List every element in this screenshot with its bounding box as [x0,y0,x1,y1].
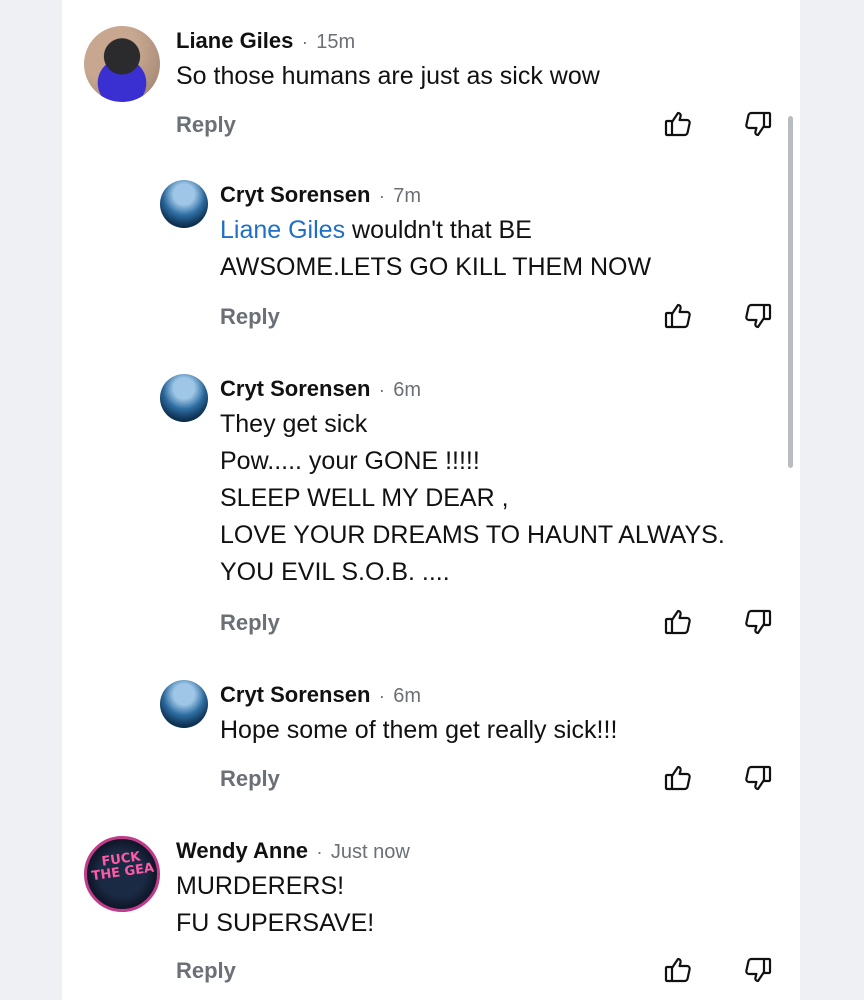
avatar[interactable] [84,26,160,102]
separator-dot: · [378,686,385,706]
comment-line: MURDERERS! [176,872,345,900]
comment-line: FU SUPERSAVE! [176,909,375,937]
mention-link[interactable]: Liane Giles [220,216,345,244]
comment-line: SLEEP WELL MY DEAR , [220,484,509,512]
reply-button[interactable]: Reply [220,764,280,794]
comment-text: So those humans are just as sick wow [176,58,600,95]
author-name[interactable]: Cryt Sorensen [220,182,370,207]
thumbs-down-icon[interactable] [742,954,774,986]
comment-reply: Cryt Sorensen · 7m Liane Giles wouldn't … [160,180,800,340]
avatar[interactable] [160,374,208,422]
thumbs-up-icon[interactable] [662,108,694,140]
comment-line: YOU EVIL S.O.B. .... [220,558,450,586]
avatar[interactable]: FUCK THE GEA [84,836,160,912]
reply-button[interactable]: Reply [176,956,236,986]
comment-liane-giles: Liane Giles · 15m So those humans are ju… [84,26,784,146]
comment-header: Cryt Sorensen · 7m [220,180,651,210]
timestamp: 6m [393,685,422,707]
separator-dot: · [378,186,385,206]
comment-line: LOVE YOUR DREAMS TO HAUNT ALWAYS. [220,521,725,549]
thumbs-down-icon[interactable] [742,762,774,794]
timestamp: 7m [393,185,422,207]
comment-header: Wendy Anne · Just now [176,836,410,866]
thumbs-up-icon[interactable] [662,606,694,638]
comment-line: AWSOME.LETS GO KILL THEM NOW [220,253,652,281]
comment-text: Liane Giles wouldn't that BE AWSOME.LETS… [220,212,651,286]
reply-button[interactable]: Reply [220,302,280,332]
author-name[interactable]: Cryt Sorensen [220,682,370,707]
comment-header: Cryt Sorensen · 6m [220,374,725,404]
timestamp: Just now [330,841,410,863]
avatar[interactable] [160,680,208,728]
thumbs-up-icon[interactable] [662,300,694,332]
author-name[interactable]: Cryt Sorensen [220,376,370,401]
avatar[interactable] [160,180,208,228]
reply-button[interactable]: Reply [220,608,280,638]
separator-dot: · [378,380,385,400]
comment-wendy-anne: FUCK THE GEA Wendy Anne · Just now MURDE… [84,836,784,996]
timestamp: 15m [316,31,356,53]
thumbs-up-icon[interactable] [662,954,694,986]
comment-text: MURDERERS! FU SUPERSAVE! [176,868,410,942]
thumbs-up-icon[interactable] [662,762,694,794]
comment-header: Cryt Sorensen · 6m [220,680,617,710]
author-name[interactable]: Liane Giles [176,28,293,53]
comment-header: Liane Giles · 15m [176,26,600,56]
comment-line: Hope some of them get really sick!!! [220,716,618,744]
comment-line: Pow..... your GONE !!!!! [220,447,480,475]
reply-button[interactable]: Reply [176,110,236,140]
thumbs-down-icon[interactable] [742,300,774,332]
separator-dot: · [316,842,323,862]
comment-line: Liane Giles wouldn't that BE [220,212,651,249]
timestamp: 6m [393,379,422,401]
comment-reply: Cryt Sorensen · 6m Hope some of them get… [160,680,800,800]
thumbs-down-icon[interactable] [742,108,774,140]
comment-reply: Cryt Sorensen · 6m They get sick Pow....… [160,374,800,644]
thumbs-down-icon[interactable] [742,606,774,638]
comment-text: They get sick Pow..... your GONE !!!!! S… [220,406,725,591]
comment-line: So those humans are just as sick wow [176,62,600,90]
avatar-badge-text: FUCK THE GEA [90,849,156,885]
comment-line: They get sick [220,410,368,438]
author-name[interactable]: Wendy Anne [176,838,308,863]
comment-text: Hope some of them get really sick!!! [220,712,617,749]
comment-line-text: wouldn't that BE [345,216,532,244]
separator-dot: · [301,32,308,52]
